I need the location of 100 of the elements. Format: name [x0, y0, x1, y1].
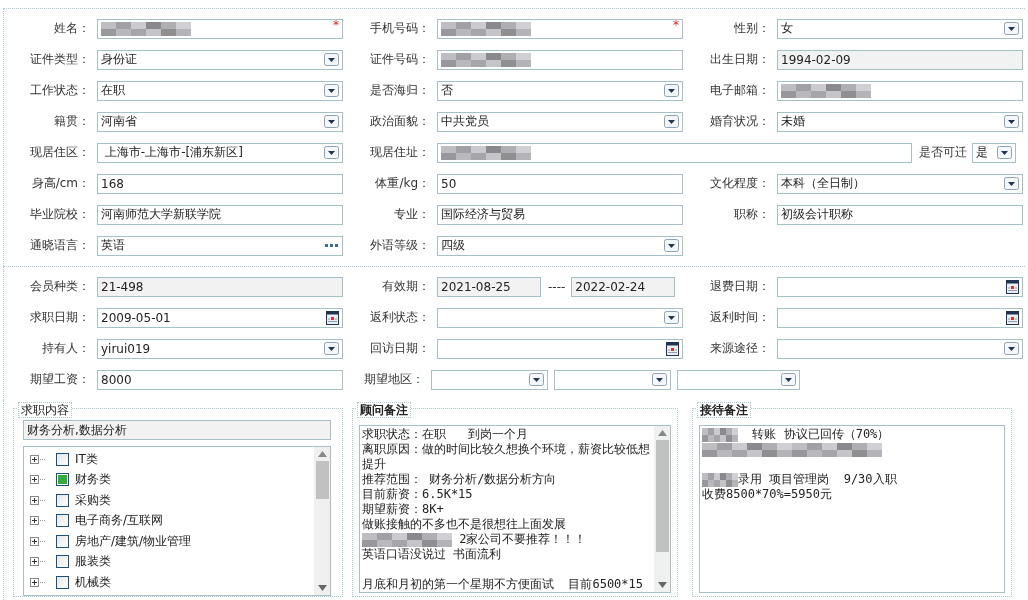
field-label: 体重/kg：: [374, 175, 431, 192]
field-label: 会员种类：: [29, 278, 91, 295]
dropdown-field[interactable]: [777, 338, 1023, 359]
note-text: 期望薪资：8K+: [362, 502, 444, 516]
tree-item[interactable]: 采购类: [75, 491, 111, 509]
date-field[interactable]: 2021-08-25: [437, 276, 541, 297]
note-text: 月底和月初的第一个星期不方便面试 目前6500*15: [362, 577, 644, 591]
dropdown-field[interactable]: [677, 369, 800, 390]
scroll-down-icon[interactable]: [317, 585, 327, 591]
date-field[interactable]: 2009-05-01: [97, 307, 343, 328]
scroll-thumb[interactable]: [315, 461, 329, 499]
field-label: 证件类型：: [29, 51, 91, 68]
date-field[interactable]: [777, 276, 1023, 297]
summary-field[interactable]: 财务分析,数据分析: [23, 420, 331, 440]
expand-icon[interactable]: [30, 475, 46, 485]
date-field[interactable]: 2022-02-24: [571, 276, 676, 297]
tree-item[interactable]: 电子商务/互联网: [75, 512, 164, 530]
text-field[interactable]: [437, 142, 912, 163]
field-label: 工作状态：: [29, 82, 91, 99]
note-text: 收费8500*70%=5950元: [702, 487, 832, 501]
checkbox[interactable]: [56, 555, 69, 569]
text-field[interactable]: 初级会计职称: [777, 204, 1023, 225]
tree-item[interactable]: 房地产/建筑/物业管理: [75, 532, 192, 550]
tree-item[interactable]: 财务类: [75, 471, 111, 489]
field-label: 回访日期：: [369, 340, 431, 357]
text-field[interactable]: 50: [437, 173, 683, 194]
text-field[interactable]: 1994-02-09: [777, 49, 1023, 70]
date-field[interactable]: [437, 338, 683, 359]
checkbox[interactable]: [56, 493, 69, 507]
field-label: 返利时间：: [709, 309, 771, 326]
checkbox[interactable]: [56, 452, 69, 466]
text-field[interactable]: [777, 80, 1023, 101]
expand-icon[interactable]: [30, 454, 46, 464]
tree-item[interactable]: 服装类: [75, 553, 111, 571]
text-field[interactable]: *: [437, 18, 683, 39]
tree-item[interactable]: 机械类: [75, 573, 111, 591]
dropdown-field[interactable]: [431, 369, 548, 390]
fieldset-legend: 顾问备注: [357, 402, 411, 418]
checkbox[interactable]: [56, 514, 69, 528]
note-text: 转账 协议已回传（70%）: [751, 427, 890, 441]
expand-icon[interactable]: [30, 536, 46, 546]
dropdown-field[interactable]: 未婚: [777, 111, 1023, 132]
text-field[interactable]: 21-498: [97, 276, 343, 297]
scroll-up-icon[interactable]: [657, 430, 667, 436]
checkbox[interactable]: [56, 473, 69, 487]
field-label: 有效期：: [381, 278, 431, 295]
text-field[interactable]: 河南师范大学新联学院: [97, 204, 343, 225]
dropdown-field[interactable]: 否: [437, 80, 683, 101]
notes-textarea[interactable]: 求职状态：在职 到岗一个月 离职原因：做的时间比较久想换个环境，薪资比较低想提升 推荐范围： 财务分析/数据分析方向 目前薪资：6.5K*15 期望薪资：8K+ 做账接触的不多也不是很想往上面发展 2家公司不要推荐！！！ 英语口语没说过 书面流利 月底和月初的第一个星期不方便面试 目前6500*15: [359, 425, 671, 593]
text-field[interactable]: *: [97, 18, 343, 39]
checkbox[interactable]: [56, 575, 69, 589]
dropdown-field[interactable]: [437, 307, 683, 328]
dropdown-field[interactable]: 河南省: [97, 111, 343, 132]
field-label: 现居住址：: [369, 144, 431, 161]
dropdown-field[interactable]: 身份证: [97, 49, 343, 70]
scroll-thumb[interactable]: [655, 440, 669, 552]
calendar-icon[interactable]: [326, 310, 339, 325]
dropdown-field[interactable]: yirui019: [97, 338, 343, 359]
field-label: 来源途径：: [709, 340, 771, 357]
scroll-up-icon[interactable]: [317, 451, 327, 457]
expand-icon[interactable]: [30, 495, 46, 505]
dropdown-field[interactable]: 四级: [437, 235, 683, 256]
dropdown-field[interactable]: 中共党员: [437, 111, 683, 132]
tree-item[interactable]: IT类: [75, 450, 98, 468]
text-field[interactable]: 国际经济与贸易: [437, 204, 683, 225]
field-label: 通晓语言：: [29, 237, 91, 254]
scrollbar[interactable]: [654, 426, 670, 592]
expand-icon[interactable]: [30, 577, 46, 587]
dropdown-field[interactable]: 在职: [97, 80, 343, 101]
text-field[interactable]: [437, 49, 683, 70]
field-label: 专业：: [393, 206, 431, 223]
date-field[interactable]: [777, 307, 1023, 328]
checkbox[interactable]: [56, 534, 69, 548]
dropdown-field[interactable]: [554, 369, 671, 390]
picker-field[interactable]: 英语: [97, 235, 343, 256]
text-field[interactable]: 8000: [97, 369, 343, 390]
field-label: 期望地区：: [363, 371, 425, 388]
note-text: 2家公司不要推荐！！！: [458, 532, 587, 546]
dropdown-field[interactable]: 上海市-上海市-[浦东新区]: [97, 142, 343, 163]
notes-textarea[interactable]: 转账 协议已回传（70%） 录用 项目管理岗 9/30入职 收费8500*70%=5950元: [699, 425, 1005, 593]
field-label: 籍贯：: [53, 113, 91, 130]
blurred-block: [702, 472, 738, 487]
expand-icon[interactable]: [30, 557, 46, 567]
dropdown-field[interactable]: 是: [972, 142, 1016, 163]
calendar-icon[interactable]: [1006, 310, 1019, 325]
dropdown-field[interactable]: 本科（全日制）: [777, 173, 1023, 194]
more-icon[interactable]: [325, 243, 339, 248]
note-text: 离职原因：做的时间比较久想换个环境，薪资比较低想提升: [362, 442, 650, 471]
scrollbar[interactable]: [314, 447, 330, 595]
field-label: 身高/cm：: [30, 175, 91, 192]
field-label: 求职日期：: [29, 309, 91, 326]
dropdown-field[interactable]: 女: [777, 18, 1023, 39]
scroll-down-icon[interactable]: [657, 582, 667, 588]
field-label: 文化程度：: [709, 175, 771, 192]
calendar-icon[interactable]: [1006, 279, 1019, 294]
calendar-icon[interactable]: [666, 341, 679, 356]
text-field[interactable]: 168: [97, 173, 343, 194]
field-label: 证件号码：: [369, 51, 431, 68]
expand-icon[interactable]: [30, 516, 46, 526]
required-mark: *: [333, 18, 339, 31]
